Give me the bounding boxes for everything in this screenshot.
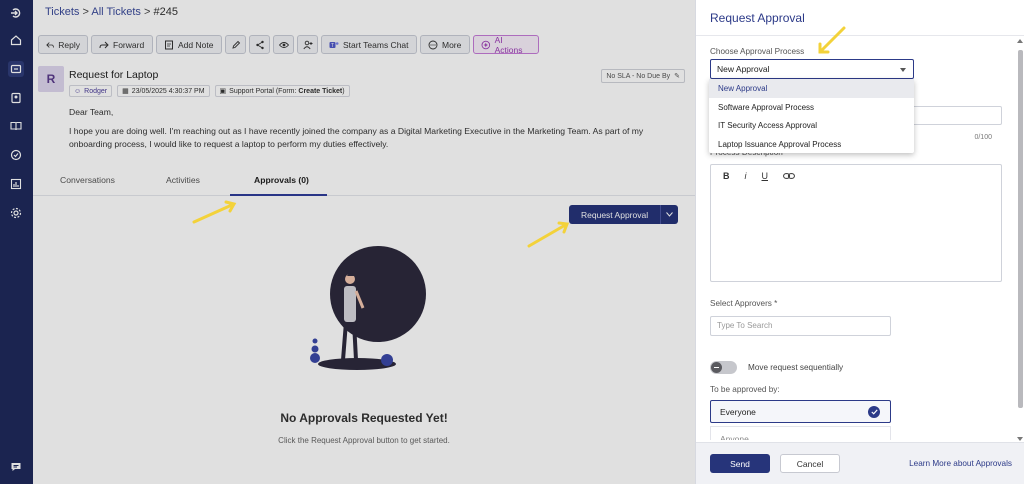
editor-toolbar: B i U <box>723 171 795 181</box>
annotation-arrow-icon <box>527 221 570 248</box>
approval-process-label: Choose Approval Process <box>710 47 805 56</box>
modal-backdrop[interactable] <box>0 0 695 484</box>
drawer-scrollbar[interactable] <box>1017 38 1023 442</box>
approval-process-value: New Approval <box>717 64 770 74</box>
approval-process-dropdown: New Approval Software Approval Process I… <box>709 79 914 153</box>
dropdown-option[interactable]: Software Approval Process <box>709 98 914 117</box>
process-description-editor[interactable]: B i U <box>710 164 1002 282</box>
approved-by-anyone-option[interactable]: Anyone <box>710 426 891 440</box>
dropdown-option[interactable]: Laptop Issuance Approval Process <box>709 135 914 154</box>
dropdown-option[interactable]: IT Security Access Approval <box>709 116 914 135</box>
drawer-header: Request Approval <box>696 0 1024 36</box>
underline-button[interactable]: U <box>762 171 769 181</box>
link-icon[interactable] <box>783 172 795 180</box>
scrollbar-thumb[interactable] <box>1018 50 1023 408</box>
drawer-title: Request Approval <box>710 11 805 25</box>
approved-by-label: To be approved by: <box>710 385 780 394</box>
check-icon <box>868 406 880 418</box>
toggle-knob <box>711 362 722 373</box>
cancel-button[interactable]: Cancel <box>780 454 840 473</box>
sequential-toggle[interactable] <box>710 361 737 374</box>
drawer-footer: Send Cancel Learn More about Approvals <box>696 442 1024 484</box>
annotation-arrow-icon <box>192 200 237 224</box>
approved-by-everyone-label: Everyone <box>720 407 756 417</box>
approved-by-everyone-option[interactable]: Everyone <box>710 400 891 423</box>
approval-process-select[interactable]: New Approval <box>710 59 914 79</box>
approvers-search-input[interactable]: Type To Search <box>710 316 891 336</box>
request-approval-drawer: Request Approval Choose Approval Process… <box>695 0 1024 484</box>
annotation-arrow-icon <box>818 26 846 54</box>
learn-more-link[interactable]: Learn More about Approvals <box>909 459 1012 468</box>
bold-button[interactable]: B <box>723 171 730 181</box>
sequential-toggle-label: Move request sequentially <box>748 363 844 372</box>
send-button[interactable]: Send <box>710 454 770 473</box>
dropdown-option[interactable]: New Approval <box>709 79 914 98</box>
approvers-label: Select Approvers * <box>710 299 778 308</box>
scroll-down-icon[interactable] <box>1017 437 1023 441</box>
character-counter: 0/100 <box>974 134 992 141</box>
italic-button[interactable]: i <box>745 171 747 181</box>
scroll-up-icon[interactable] <box>1017 39 1023 43</box>
caret-down-icon <box>900 68 906 72</box>
